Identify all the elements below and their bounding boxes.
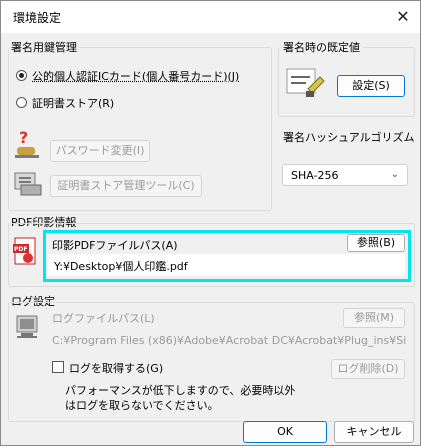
default-settings-button[interactable]: 設定(S) — [337, 75, 405, 97]
cancel-button[interactable]: キャンセル — [334, 421, 414, 443]
log-path-field[interactable]: C:¥Program Files (x86)¥Adobe¥Acrobat DC¥… — [48, 331, 406, 351]
pdf-stamp-path-label: 印影PDFファイルパス(A) — [52, 239, 178, 252]
enable-log-label[interactable]: ログを取得する(G) — [69, 360, 163, 376]
log-browse-button[interactable]: 参照(M) — [343, 308, 405, 328]
close-icon[interactable]: ✕ — [390, 5, 416, 29]
svg-text:?: ? — [19, 129, 28, 147]
settings-dialog: 環境設定 ✕ 署名用鍵管理 公的個人認証ICカード(個人番号カード)(J) 証明… — [0, 0, 421, 446]
enable-log-checkbox[interactable] — [52, 361, 64, 373]
dialog-title: 環境設定 — [13, 11, 62, 25]
default-signing-group-label: 署名時の既定値 — [281, 39, 362, 55]
hash-algorithm-value: SHA-256 — [291, 169, 339, 182]
radio-mynumber-card[interactable] — [16, 70, 27, 81]
radio-cert-store-label[interactable]: 証明書ストア(R) — [32, 95, 114, 111]
signature-stamp-icon — [286, 67, 326, 101]
ok-button[interactable]: OK — [243, 421, 327, 443]
signing-key-group-label: 署名用鍵管理 — [9, 39, 79, 55]
change-password-button[interactable]: パスワード変更(I) — [50, 140, 150, 162]
log-note-line2: はログを取らないでください。 — [65, 399, 219, 412]
log-note-line1: パフォーマンスが低下しますので、必要時以外 — [65, 384, 296, 397]
log-path-label: ログファイルパス(L) — [52, 312, 155, 325]
password-key-icon: ? — [13, 128, 41, 161]
delete-log-button[interactable]: ログ削除(D) — [331, 359, 405, 379]
pdf-file-icon: PDF — [13, 236, 39, 268]
hash-algorithm-select[interactable]: SHA-256 ⌄ — [282, 164, 408, 186]
title-bar: 環境設定 ✕ — [1, 1, 420, 33]
cert-store-tool-icon — [13, 169, 43, 199]
cert-store-tool-button[interactable]: 証明書ストア管理ツール(C) — [50, 175, 202, 197]
svg-text:PDF: PDF — [14, 246, 27, 253]
pdf-stamp-path-field[interactable]: Y:¥Desktop¥個人印鑑.pdf — [48, 254, 405, 276]
pdf-stamp-browse-button[interactable]: 参照(B) — [347, 234, 405, 252]
radio-mynumber-card-label[interactable]: 公的個人認証ICカード(個人番号カード)(J) — [32, 68, 239, 84]
chevron-down-icon: ⌄ — [390, 169, 399, 180]
radio-cert-store[interactable] — [16, 97, 27, 108]
log-file-icon — [13, 312, 43, 342]
hash-algorithm-label: 署名ハッシュアルゴリズム — [281, 129, 417, 145]
